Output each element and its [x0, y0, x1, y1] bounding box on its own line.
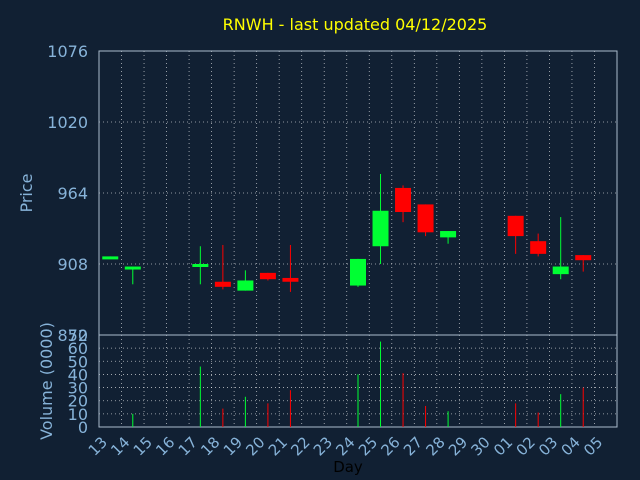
candle-body-19 — [237, 280, 254, 291]
price-axis-label: Price — [17, 173, 36, 212]
candle-body-02 — [530, 241, 547, 254]
candle-body-17 — [192, 264, 209, 267]
chart-title: RNWH - last updated 04/12/2025 — [223, 15, 488, 34]
candle-body-25 — [372, 210, 389, 247]
volume-axis-label: Volume (0000) — [37, 322, 56, 440]
candle-body-13 — [102, 256, 119, 260]
candle-body-03 — [552, 266, 569, 275]
candle-body-04 — [575, 255, 592, 261]
candle-body-14 — [124, 266, 141, 270]
candle-body-28 — [440, 231, 457, 238]
candle-body-26 — [395, 187, 412, 213]
candle-body-21 — [282, 277, 299, 282]
x-tick-label: 05 — [580, 433, 606, 459]
candle-body-01 — [507, 215, 524, 237]
candle-body-18 — [214, 281, 231, 287]
stock-chart: RNWH - last updated 04/12/2025 852908964… — [17, 15, 618, 476]
price-tick-label: 964 — [57, 184, 88, 203]
volume-tick-label: 70 — [68, 326, 88, 345]
price-tick-label: 1020 — [47, 113, 88, 132]
price-tick-label: 1076 — [47, 42, 88, 61]
price-tick-label: 908 — [57, 255, 88, 274]
candle-body-20 — [259, 272, 276, 280]
x-axis-label: Day — [333, 458, 363, 476]
candle-body-24 — [350, 258, 366, 286]
chart-container: RNWH - last updated 04/12/2025 852 908 964… — [0, 0, 640, 480]
candle-body-27 — [417, 204, 434, 233]
